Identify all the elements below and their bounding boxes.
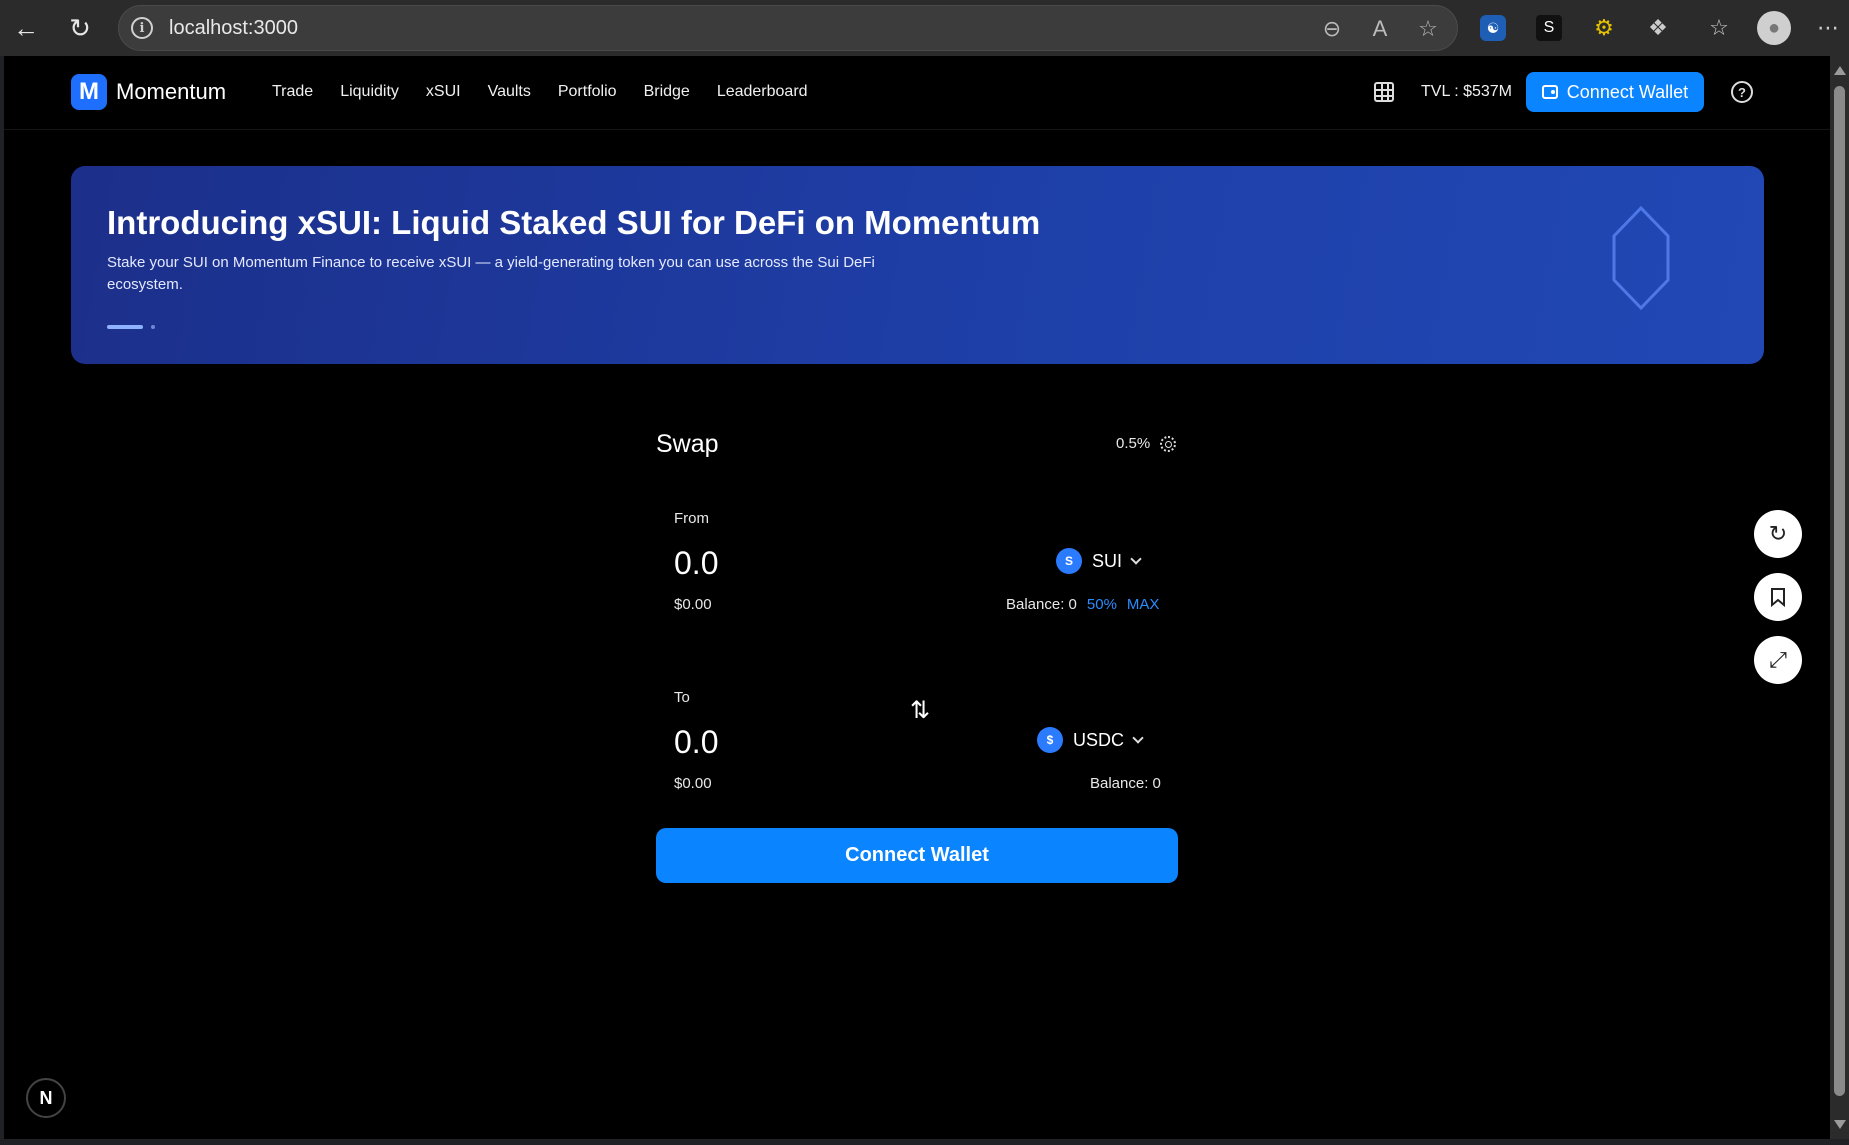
scroll-up-icon[interactable] [1834, 66, 1846, 75]
banner-dot[interactable] [151, 325, 155, 329]
banner-dot-active[interactable] [107, 325, 143, 329]
extension-2-icon[interactable]: S [1536, 15, 1562, 41]
nav-leaderboard[interactable]: Leaderboard [717, 83, 808, 101]
header-connect-label: Connect Wallet [1566, 81, 1689, 102]
back-icon[interactable]: ← [8, 10, 44, 46]
chevron-down-icon [1132, 732, 1144, 744]
nav-liquidity[interactable]: Liquidity [340, 83, 399, 101]
expand-icon[interactable]: ⤢ [1754, 636, 1802, 684]
extension-3-icon[interactable]: ⚙ [1588, 12, 1620, 44]
banner-description: Stake your SUI on Momentum Finance to re… [107, 254, 875, 293]
swap-direction-icon[interactable]: ⇅ [910, 696, 930, 725]
chevron-down-icon [1130, 553, 1142, 565]
nav-portfolio[interactable]: Portfolio [558, 83, 617, 101]
hexagon-icon [1612, 206, 1670, 310]
from-balance: Balance: 0 [1006, 596, 1077, 613]
from-usd-value: $0.00 [674, 596, 712, 613]
to-balance-row: Balance: 0 [1090, 775, 1161, 792]
page-viewport: M Momentum Trade Liquidity xSUI Vaults P… [4, 56, 1830, 1139]
favorites-icon[interactable]: ☆ [1703, 12, 1735, 44]
address-bar[interactable]: i localhost:3000 ⊖ A ☆ [118, 5, 1458, 51]
logo[interactable]: M Momentum [71, 74, 226, 110]
dev-badge[interactable]: N [26, 1078, 66, 1118]
from-balance-row: Balance: 0 50% MAX [1006, 596, 1159, 613]
extensions-icon[interactable]: ❖ [1642, 12, 1674, 44]
banner-pagination [107, 325, 155, 329]
sui-token-icon: S [1056, 548, 1082, 574]
grid-icon[interactable] [1374, 82, 1394, 102]
url-text[interactable]: localhost:3000 [169, 17, 298, 40]
favorite-star-icon[interactable]: ☆ [1413, 14, 1443, 44]
reload-icon[interactable]: ↻ [62, 10, 98, 46]
help-icon[interactable]: ? [1731, 81, 1753, 103]
browser-toolbar: ← ↻ i localhost:3000 ⊖ A ☆ ☯ S ⚙ ❖ ☆ ● ⋯ [0, 0, 1849, 56]
more-icon[interactable]: ⋯ [1812, 12, 1844, 44]
banner-title: Introducing xSUI: Liquid Staked SUI for … [107, 204, 1041, 241]
from-token-selector[interactable]: S SUI [1056, 548, 1142, 574]
tvl-value: TVL : $537M [1421, 83, 1513, 100]
scroll-down-icon[interactable] [1834, 1120, 1846, 1129]
brand-name: Momentum [116, 79, 227, 104]
promo-banner[interactable]: Introducing xSUI: Liquid Staked SUI for … [71, 166, 1764, 364]
swap-title: Swap [656, 430, 719, 458]
usdc-token-icon: $ [1037, 727, 1063, 753]
nav-xsui[interactable]: xSUI [426, 83, 461, 101]
swap-connect-wallet-button[interactable]: Connect Wallet [656, 828, 1178, 883]
gear-icon[interactable] [1160, 435, 1177, 452]
from-amount-input[interactable]: 0.0 [674, 545, 718, 582]
wallet-icon [1541, 85, 1558, 99]
from-label: From [674, 510, 709, 527]
to-amount-input[interactable]: 0.0 [674, 724, 718, 761]
nav-vaults[interactable]: Vaults [488, 83, 531, 101]
read-aloud-icon[interactable]: A [1365, 14, 1395, 44]
nav-bridge[interactable]: Bridge [644, 83, 690, 101]
zoom-out-icon[interactable]: ⊖ [1317, 14, 1347, 44]
to-token-symbol: USDC [1073, 729, 1125, 750]
bookmark-icon[interactable] [1754, 573, 1802, 621]
vertical-scrollbar[interactable] [1830, 56, 1849, 1139]
main-nav: Trade Liquidity xSUI Vaults Portfolio Br… [272, 83, 835, 101]
max-balance-button[interactable]: MAX [1127, 596, 1160, 613]
profile-icon[interactable]: ● [1757, 11, 1791, 45]
slippage-settings[interactable]: 0.5% [1116, 435, 1177, 452]
logo-mark: M [71, 74, 107, 110]
from-token-symbol: SUI [1092, 550, 1123, 571]
header-connect-wallet-button[interactable]: Connect Wallet [1526, 72, 1704, 112]
to-token-selector[interactable]: $ USDC [1037, 727, 1144, 753]
site-header: M Momentum Trade Liquidity xSUI Vaults P… [4, 56, 1830, 130]
to-label: To [674, 689, 690, 706]
half-balance-button[interactable]: 50% [1087, 596, 1117, 613]
slippage-value: 0.5% [1116, 435, 1151, 452]
info-icon[interactable]: i [131, 17, 153, 39]
to-usd-value: $0.00 [674, 775, 712, 792]
extension-1-icon[interactable]: ☯ [1480, 15, 1506, 41]
to-balance: Balance: 0 [1090, 775, 1161, 792]
scrollbar-thumb[interactable] [1834, 86, 1845, 1096]
nav-trade[interactable]: Trade [272, 83, 313, 101]
refresh-icon[interactable]: ↻ [1754, 510, 1802, 558]
